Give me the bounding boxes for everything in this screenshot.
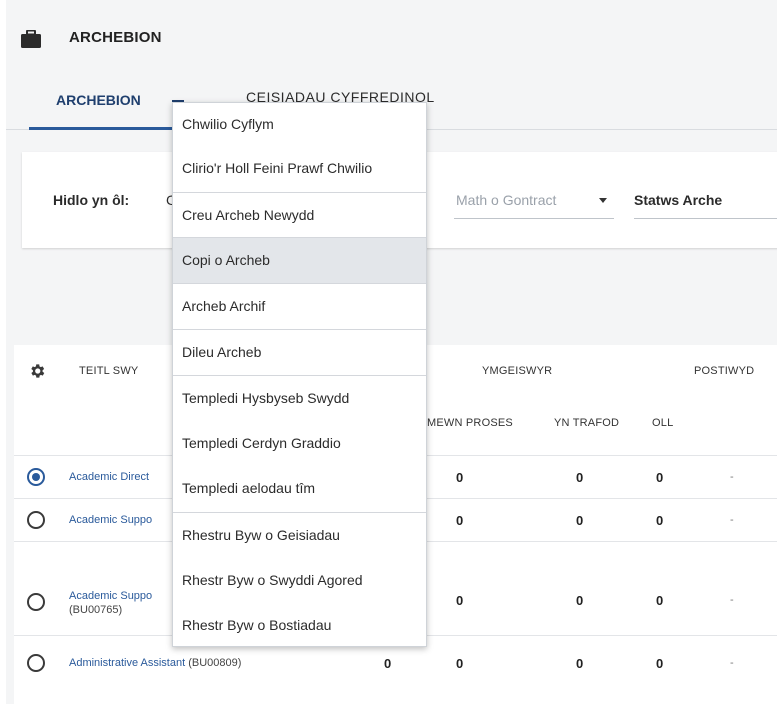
status-select-underline (634, 218, 777, 219)
posted-value: - (730, 471, 734, 483)
caret-down-icon[interactable] (599, 198, 607, 203)
all-count: 0 (656, 470, 664, 485)
posted-value: - (730, 514, 734, 526)
gear-icon[interactable] (28, 362, 46, 380)
count-value: 0 (384, 656, 392, 671)
filter-label: Hidlo yn ôl: (53, 192, 130, 208)
all-count: 0 (656, 593, 664, 608)
menu-item-live-postings[interactable]: Rhestr Byw o Bostiadau (173, 603, 426, 647)
contract-select-underline (454, 218, 614, 219)
row-radio[interactable] (27, 593, 45, 611)
menu-item-scorecard-templates[interactable]: Templedi Cerdyn Graddio (173, 421, 426, 466)
all-count: 0 (656, 656, 664, 671)
in-discussion-count: 0 (576, 470, 584, 485)
menu-item-live-open-jobs[interactable]: Rhestr Byw o Swyddi Agored (173, 558, 426, 603)
menu-item-live-applications[interactable]: Rhestru Byw o Geisiadau (173, 513, 426, 558)
app-title: ARCHEBION (69, 29, 162, 46)
in-discussion-count: 0 (576, 593, 584, 608)
job-title-link[interactable]: Academic Suppo (69, 514, 152, 526)
job-code: (BU00809) (188, 657, 242, 669)
menu-item-copy-order[interactable]: Copi o Archeb (173, 238, 426, 283)
column-header-posted[interactable]: POSTIWYD (694, 365, 754, 377)
in-process-count: 0 (456, 470, 464, 485)
menu-item-new-order[interactable]: Creu Archeb Newydd (173, 193, 426, 238)
active-tab-underline (29, 127, 181, 130)
menu-item-delete-order[interactable]: Dileu Archeb (173, 330, 426, 375)
in-process-count: 0 (456, 656, 464, 671)
column-header-in-discussion[interactable]: YN TRAFOD (554, 417, 619, 429)
column-header-title[interactable]: TEITL SWY (79, 365, 138, 377)
menu-item-clear-search[interactable]: Clirio'r Holl Feini Prawf Chwilio (173, 146, 426, 191)
briefcase-icon (21, 30, 41, 48)
row-radio[interactable] (27, 654, 45, 672)
posted-value: - (730, 657, 734, 669)
posted-value: - (730, 594, 734, 606)
all-count: 0 (656, 513, 664, 528)
row-radio[interactable] (27, 468, 45, 486)
in-discussion-count: 0 (576, 513, 584, 528)
menu-item-archive-order[interactable]: Archeb Archif (173, 284, 426, 329)
job-code: (BU00765) (69, 604, 123, 616)
in-discussion-count: 0 (576, 656, 584, 671)
job-title-link[interactable]: Academic Suppo (69, 590, 152, 602)
in-process-count: 0 (456, 593, 464, 608)
menu-item-job-ad-templates[interactable]: Templedi Hysbyseb Swydd (173, 376, 426, 421)
menu-item-quick-search[interactable]: Chwilio Cyflym (173, 103, 426, 146)
job-title-link[interactable]: Administrative Assistant (69, 657, 185, 669)
job-title-link[interactable]: Academic Direct (69, 471, 149, 483)
column-header-in-process[interactable]: MEWN PROSES (427, 417, 513, 429)
tab-archebion[interactable]: ARCHEBION (56, 92, 141, 108)
orders-actions-menu: Chwilio Cyflym Clirio'r Holl Feini Prawf… (172, 102, 427, 647)
contract-type-select[interactable]: Math o Gontract (456, 192, 556, 208)
column-header-all[interactable]: OLL (652, 417, 673, 429)
in-process-count: 0 (456, 513, 464, 528)
column-header-applicants: YMGEISWYR (482, 365, 553, 377)
order-status-select[interactable]: Statws Arche (634, 192, 722, 208)
menu-item-team-member-templates[interactable]: Templedi aelodau tîm (173, 466, 426, 511)
row-radio[interactable] (27, 511, 45, 529)
